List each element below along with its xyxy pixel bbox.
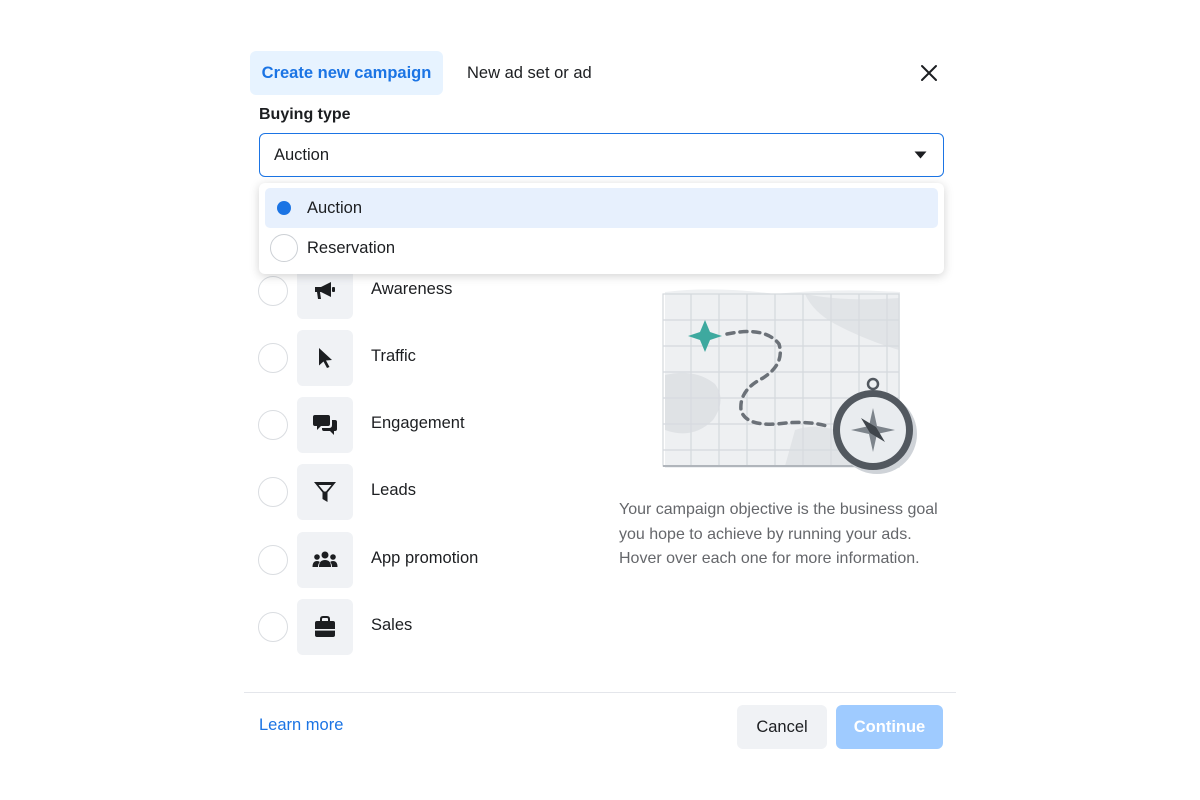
close-icon [921,65,937,81]
objective-description: Your campaign objective is the business … [619,501,938,567]
buying-type-label: Buying type [259,106,351,123]
buying-type-selected-value: Auction [274,145,330,164]
objective-traffic[interactable]: Traffic [258,330,558,386]
objective-leads[interactable]: Leads [258,464,558,520]
cursor-icon [297,330,353,386]
close-button[interactable] [914,58,944,88]
objective-sales[interactable]: Sales [258,599,558,655]
objective-label: Awareness [371,280,453,298]
objective-radio[interactable] [258,477,288,507]
buying-type-option-reservation[interactable]: Reservation [265,228,938,268]
objective-label: Sales [371,616,413,634]
tab-new-ad-set-or-ad[interactable]: New ad set or ad [467,51,592,95]
footer-divider [244,692,956,693]
cancel-button[interactable]: Cancel [737,705,827,749]
tab-create-new-campaign[interactable]: Create new campaign [250,51,443,95]
objective-app-promotion[interactable]: App promotion [258,532,558,588]
objective-engagement[interactable]: Engagement [258,397,558,453]
objective-radio[interactable] [258,343,288,373]
radio-unselected-icon [270,234,298,262]
objective-label: Traffic [371,347,416,365]
option-label: Auction [307,198,363,217]
create-campaign-dialog: Create new campaign New ad set or ad Buy… [0,0,1200,800]
objective-radio[interactable] [258,276,288,306]
chat-bubbles-icon [297,397,353,453]
funnel-icon [297,464,353,520]
continue-button[interactable]: Continue [836,705,943,749]
buying-type-option-auction[interactable]: Auction [265,188,938,228]
buying-type-dropdown-menu: Auction Reservation [259,183,944,274]
buying-type-select[interactable]: Auction [259,133,944,177]
option-label: Reservation [307,238,396,257]
objective-label: App promotion [371,549,479,567]
objective-radio[interactable] [258,545,288,575]
map-compass-illustration [655,280,920,480]
objective-label: Leads [371,481,416,499]
objective-radio[interactable] [258,612,288,642]
shopping-bag-icon [297,599,353,655]
objective-radio[interactable] [258,410,288,440]
people-icon [297,532,353,588]
learn-more-link[interactable]: Learn more [259,716,343,735]
objective-label: Engagement [371,414,465,432]
caret-down-icon [914,151,927,159]
radio-selected-icon [270,194,298,222]
